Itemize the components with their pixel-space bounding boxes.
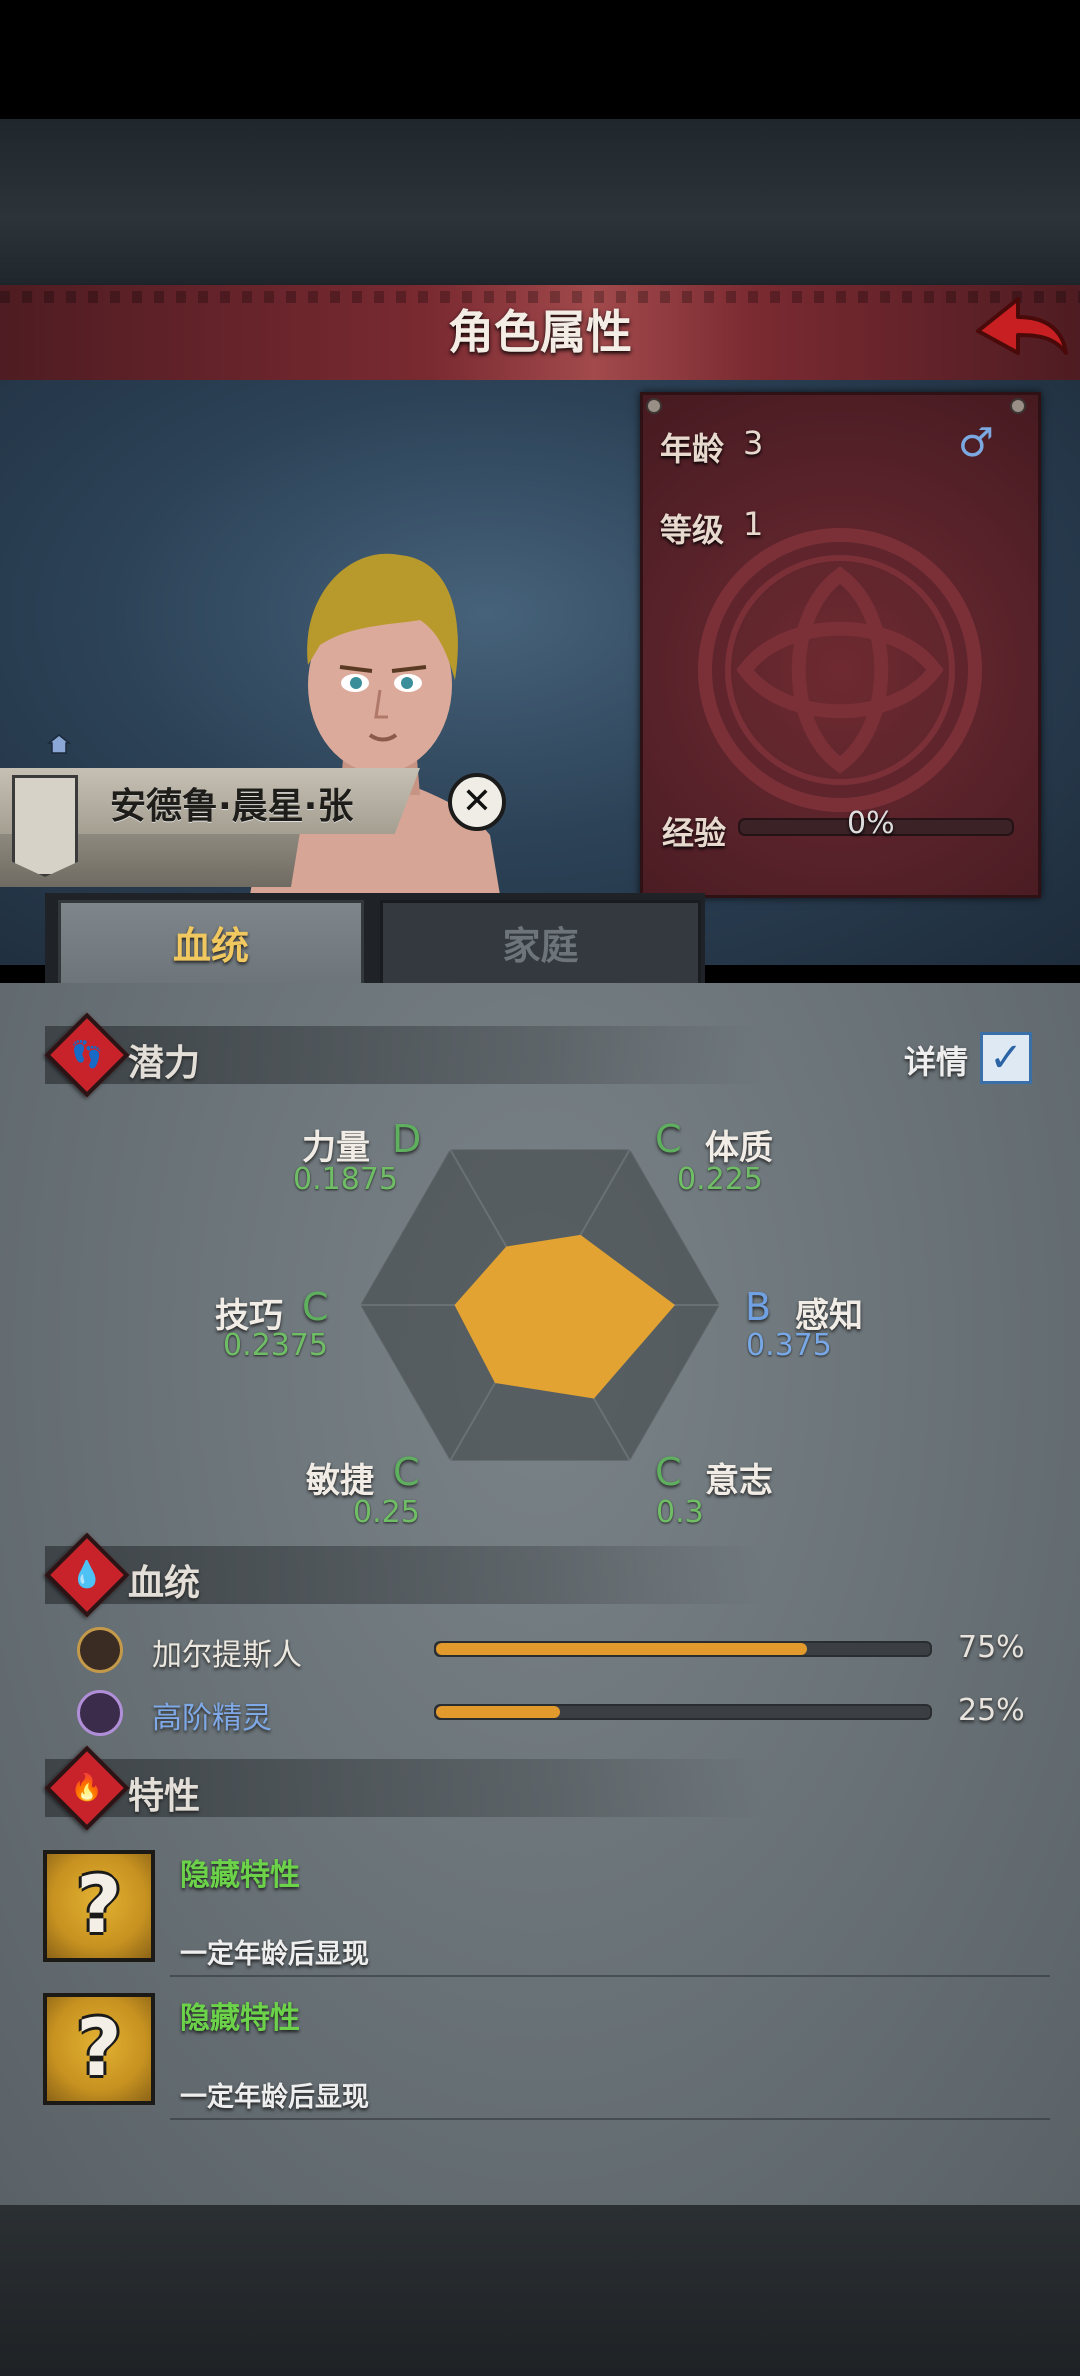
- level-label: 等级: [660, 511, 725, 549]
- male-icon: ♂: [958, 420, 994, 466]
- tab-bloodline[interactable]: 血统: [58, 900, 364, 989]
- bloodline-title: 血统: [128, 1563, 201, 1604]
- bloodline-item-bar: [434, 1641, 932, 1657]
- trait-title: 隐藏特性: [180, 1858, 300, 1893]
- age-label: 年龄: [660, 430, 725, 468]
- family-banner-icon[interactable]: [12, 775, 78, 877]
- bloodline-item-bar-fill: [436, 1643, 807, 1655]
- bloodline-item-bar: [434, 1704, 932, 1720]
- attr-constitution-value: 0.225: [677, 1162, 763, 1197]
- back-arrow-icon[interactable]: [970, 293, 1070, 369]
- attr-will-grade: C: [655, 1450, 682, 1494]
- attr-will-value: 0.3: [656, 1495, 704, 1530]
- page-title: 角色属性: [448, 305, 632, 359]
- bloodline-item-bar-fill: [436, 1706, 560, 1718]
- detail-label: 详情: [904, 1043, 969, 1081]
- tab-family[interactable]: 家庭: [380, 900, 701, 992]
- traits-title: 特性: [128, 1776, 201, 1817]
- attr-perception-value: 0.375: [746, 1328, 832, 1363]
- exp-percent: 0%: [847, 806, 895, 841]
- attr-skill-value: 0.2375: [223, 1328, 328, 1363]
- exp-label: 经验: [662, 814, 727, 852]
- trait-title: 隐藏特性: [180, 2001, 300, 2036]
- attr-strength-value: 0.1875: [293, 1162, 398, 1197]
- bloodline-item-percent: 75%: [958, 1630, 1025, 1665]
- attr-constitution-grade: C: [655, 1117, 682, 1161]
- bottom-band: [0, 2205, 1080, 2376]
- bloodline-high-elf-icon: [77, 1690, 123, 1736]
- bloodline-galtis-icon: [77, 1627, 123, 1673]
- attr-agility-value: 0.25: [353, 1495, 420, 1530]
- title-bar: 角色属性: [0, 285, 1080, 384]
- bloodline-item-name: 高阶精灵: [152, 1701, 272, 1736]
- attr-skill-grade: C: [302, 1285, 329, 1329]
- bloodline-item-percent: 25%: [958, 1693, 1025, 1728]
- celtic-knot-emblem: [698, 528, 982, 812]
- level-value: 1: [743, 505, 764, 543]
- trait-divider: [170, 1975, 1050, 1977]
- attr-strength-grade: D: [392, 1117, 422, 1161]
- trait-desc: 一定年龄后显现: [180, 1939, 369, 1970]
- trait-desc: 一定年龄后显现: [180, 2082, 369, 2113]
- question-mark-icon[interactable]: ?: [43, 1993, 155, 2105]
- bloodline-item-name: 加尔提斯人: [152, 1638, 302, 1673]
- character-name: 安德鲁·晨星·张: [110, 786, 354, 827]
- detail-checkbox[interactable]: ✓: [980, 1032, 1032, 1084]
- attr-perception-grade: B: [745, 1285, 772, 1329]
- home-icon: [47, 734, 71, 754]
- attr-agility-grade: C: [393, 1450, 420, 1494]
- panel-rivet: [1010, 398, 1026, 414]
- potential-title: 潜力: [128, 1043, 201, 1084]
- trait-divider: [170, 2118, 1050, 2120]
- attr-will-name: 意志: [705, 1461, 773, 1501]
- question-mark-icon[interactable]: ?: [43, 1850, 155, 1962]
- panel-rivet: [646, 398, 662, 414]
- age-value: 3: [743, 424, 764, 462]
- close-icon[interactable]: ✕: [448, 773, 506, 831]
- top-dark-band: [0, 119, 1080, 285]
